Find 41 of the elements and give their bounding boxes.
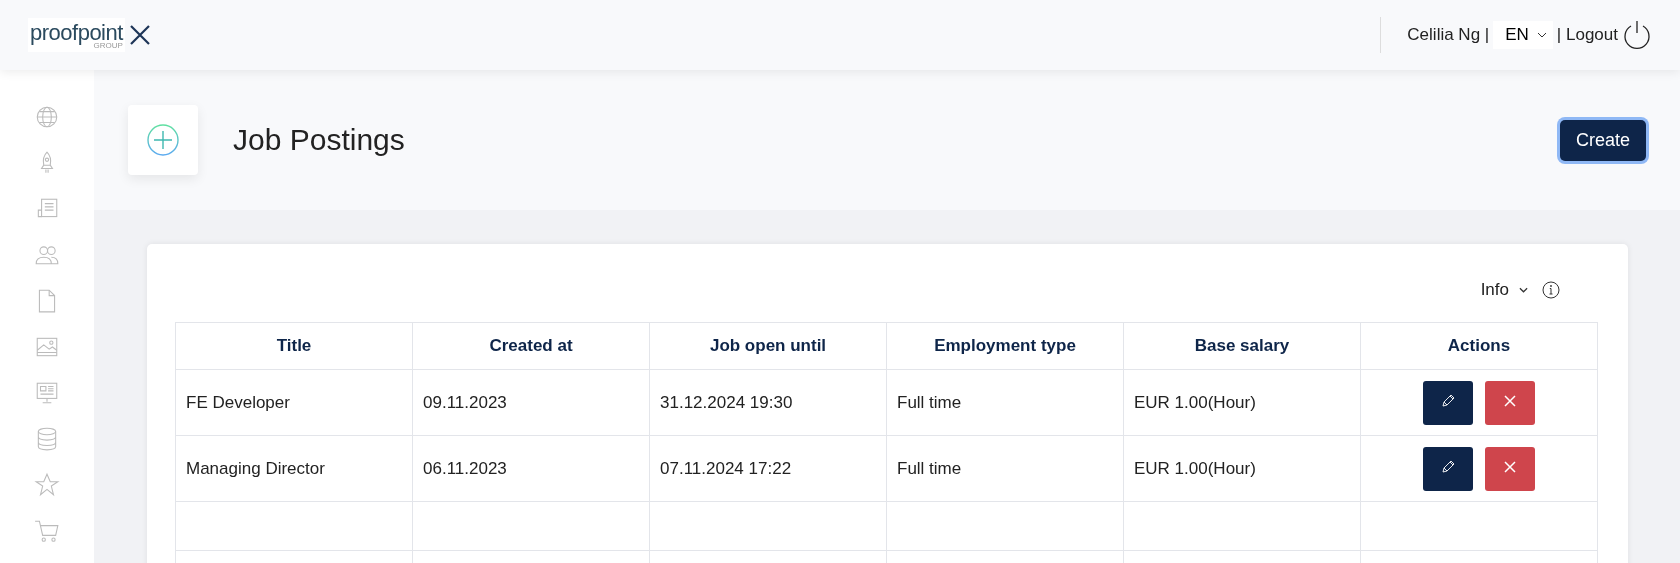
column-header: Title xyxy=(175,322,413,370)
table-cell: 31.12.2024 19:30 xyxy=(649,369,887,436)
power-icon[interactable] xyxy=(1622,20,1652,50)
close-icon xyxy=(1504,395,1517,407)
table-cell: Managing Director xyxy=(175,435,413,502)
pencil-icon xyxy=(1439,459,1456,475)
column-header: Job open until xyxy=(649,322,887,370)
close-icon xyxy=(1504,461,1517,473)
chevron-down-icon xyxy=(1536,32,1547,38)
globe-icon[interactable] xyxy=(34,104,60,130)
cart-icon[interactable] xyxy=(34,518,60,544)
chevron-down-icon xyxy=(1519,287,1528,293)
plus-circle-icon xyxy=(146,123,180,157)
table-cell: FE Developer xyxy=(175,369,413,436)
table-cell: EUR 1.00(Hour) xyxy=(1123,435,1361,502)
presentation-icon[interactable] xyxy=(34,380,60,406)
logo[interactable]: proofpoint GROUP xyxy=(28,18,125,52)
star-icon[interactable] xyxy=(34,472,60,498)
table-cell: 09.11.2023 xyxy=(412,369,650,436)
column-header: Employment type xyxy=(886,322,1124,370)
x-logo-icon xyxy=(128,24,151,46)
edit-button[interactable] xyxy=(1422,380,1473,425)
table-cell: 06.11.2023 xyxy=(412,435,650,502)
table-cell: Full time xyxy=(886,369,1124,436)
create-button[interactable]: Create xyxy=(1559,119,1646,161)
column-header: Base salary xyxy=(1123,322,1361,370)
column-header: Actions xyxy=(1360,322,1598,370)
column-header: Created at xyxy=(412,322,650,370)
table-cell: EUR 1.00(Hour) xyxy=(1123,369,1361,436)
info-dropdown[interactable]: Info xyxy=(1480,280,1528,300)
logout-link[interactable]: | Logout xyxy=(1556,25,1618,45)
page-title: Job Postings xyxy=(233,123,406,157)
pencil-icon xyxy=(1439,393,1456,409)
language-select[interactable]: EN xyxy=(1493,21,1553,49)
delete-button[interactable] xyxy=(1485,380,1536,425)
table-cell: Full time xyxy=(886,435,1124,502)
info-icon[interactable] xyxy=(1542,281,1560,299)
edit-button[interactable] xyxy=(1422,446,1473,491)
user-name: Celilia Ng | xyxy=(1407,25,1490,45)
table-cell: 07.11.2024 17:22 xyxy=(649,435,887,502)
delete-button[interactable] xyxy=(1485,446,1536,491)
